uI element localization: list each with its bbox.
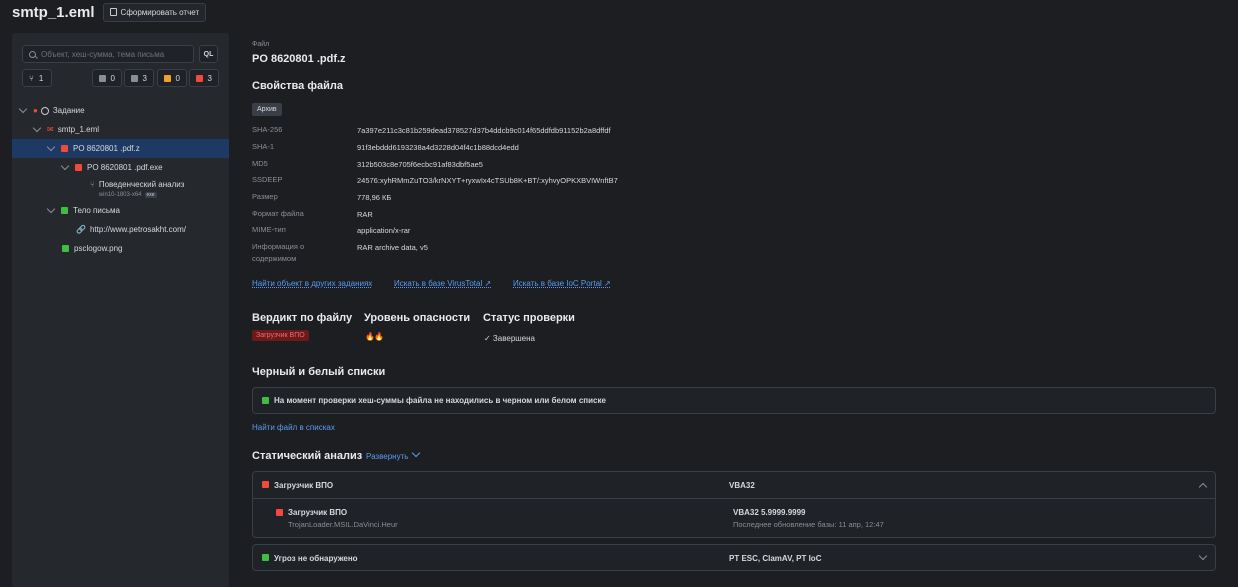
mail-icon: ✉: [47, 125, 54, 134]
doc-icon: [131, 74, 138, 82]
chevron-down-icon: [46, 142, 56, 152]
bug-icon: ●: [33, 106, 38, 115]
prop-value: 91f3ebddd6193238a4d3228d04f4c1b88dcd4edd: [357, 143, 519, 152]
static-row-1: Загрузчик ВПО VBA32 Загрузчик ВПО Trojan…: [252, 471, 1216, 538]
verdict-badge: Загрузчик ВПО: [252, 330, 309, 341]
red-square-icon: [75, 164, 82, 171]
flame-icon: 🔥🔥: [365, 332, 384, 341]
verdict-title: Вердикт по файлу: [252, 312, 353, 324]
green-square-icon: [262, 554, 269, 561]
filter-orange[interactable]: 0: [157, 69, 187, 87]
red-square-icon: [276, 509, 283, 516]
file-name: PO 8620801 .pdf.z: [252, 53, 346, 65]
object-tree: ● Задание ✉ smtp_1.eml PO 8620801 .pdf.z…: [12, 101, 229, 258]
prop-value: 24576:xyhRMmZuTO3/krNXYT+ryxwIx4cTSUb8K+…: [357, 176, 618, 185]
prop-key: Размер: [252, 192, 278, 201]
chevron-down-icon: [32, 123, 42, 133]
virustotal-link[interactable]: Искать в базе VirusTotal ↗: [394, 279, 491, 288]
prop-key: MD5: [252, 159, 268, 168]
prop-value: RAR: [357, 210, 373, 219]
ql-button[interactable]: QL: [199, 45, 218, 63]
status-value: ✓ Завершена: [484, 334, 535, 343]
tree-item-task[interactable]: ● Задание: [12, 101, 229, 120]
tree-icon: ⑂: [29, 73, 34, 83]
prop-value: 7a397e211c3c81b259dead378527d37b4ddcb9c0…: [357, 126, 611, 135]
search-icon: [29, 50, 36, 58]
danger-title: Уровень опасности: [364, 312, 471, 324]
chevron-down-icon: [411, 448, 420, 458]
tree-item-pdfz[interactable]: PO 8620801 .pdf.z: [12, 139, 229, 158]
archive-badge: Архив: [252, 103, 282, 116]
chevron-down-icon: [18, 104, 28, 114]
expand-link[interactable]: Развернуть: [366, 448, 420, 461]
chevron-up-icon[interactable]: [1198, 482, 1208, 492]
chevron-down-icon: [60, 161, 70, 171]
tree-item-png[interactable]: psclogow.png: [12, 239, 229, 258]
red-square-icon: [262, 481, 269, 488]
document-icon: [109, 8, 117, 16]
generate-report-button[interactable]: Сформировать отчет: [102, 2, 207, 22]
prop-key: SHA-256: [252, 125, 283, 134]
prop-value: RAR archive data, v5: [357, 243, 428, 252]
circle-icon: [40, 106, 49, 115]
prop-value: application/x-rar: [357, 226, 411, 235]
tree-item-behavior[interactable]: ⑂ Поведенческий анализ win10-1803-x64 exe: [12, 177, 229, 201]
chevron-down-icon: [46, 204, 56, 214]
prop-key: Информация о содержимом: [252, 242, 305, 263]
filter-doc[interactable]: 3: [124, 69, 154, 87]
branch-icon: ⑂: [90, 180, 95, 189]
tree-item-url[interactable]: 🔗 http://www.petrosakht.com/: [12, 220, 229, 239]
red-square-icon: [61, 145, 68, 152]
top-bar: smtp_1.eml Сформировать отчет: [12, 0, 207, 24]
green-square-icon: [62, 245, 69, 252]
tree-item-eml[interactable]: ✉ smtp_1.eml: [12, 120, 229, 139]
filter-gray[interactable]: 0: [92, 69, 122, 87]
static-row-header[interactable]: Загрузчик ВПО VBA32: [253, 472, 1215, 499]
prop-value: 312b503c8e705f6ecbc91af83dbf5ae5: [357, 160, 483, 169]
tree-item-pdfexe[interactable]: PO 8620801 .pdf.exe: [12, 158, 229, 177]
green-square-icon: [262, 397, 269, 404]
red-square-icon: [196, 74, 203, 82]
filter-red[interactable]: 3: [189, 69, 219, 87]
lists-box: На момент проверки хеш-суммы файла не на…: [252, 387, 1216, 414]
file-label: Файл: [252, 41, 270, 48]
static-row-2[interactable]: Угроз не обнаружено PT ESC, ClamAV, PT I…: [252, 544, 1216, 571]
lists-title: Черный и белый списки: [252, 366, 386, 378]
find-in-tasks-link[interactable]: Найти объект в других заданиях: [252, 279, 372, 288]
tree-item-body[interactable]: Тело письма: [12, 201, 229, 220]
prop-key: Формат файла: [252, 209, 304, 218]
prop-key: SSDEEP: [252, 175, 283, 184]
orange-square-icon: [164, 74, 171, 82]
chevron-down-icon[interactable]: [1198, 551, 1208, 561]
props-title: Свойства файла: [252, 80, 343, 92]
green-square-icon: [61, 207, 68, 214]
filter-tree[interactable]: ⑂ 1: [22, 69, 52, 87]
gray-square-icon: [99, 74, 106, 82]
prop-key: SHA-1: [252, 142, 275, 151]
static-title: Статический анализ: [252, 450, 363, 462]
page-title: smtp_1.eml: [12, 3, 95, 21]
search-input[interactable]: Объект, хеш-сумма, тема письма: [22, 45, 194, 63]
status-title: Статус проверки: [483, 312, 575, 324]
ioc-portal-link[interactable]: Искать в базе IoC Portal ↗: [513, 279, 611, 288]
find-in-lists-link[interactable]: Найти файл в списках: [252, 423, 335, 432]
prop-value: 778,96 КБ: [357, 193, 392, 202]
link-icon: 🔗: [76, 225, 86, 234]
sidebar: Объект, хеш-сумма, тема письма QL ⑂ 1 0 …: [12, 33, 229, 587]
prop-key: MIME-тип: [252, 225, 286, 234]
